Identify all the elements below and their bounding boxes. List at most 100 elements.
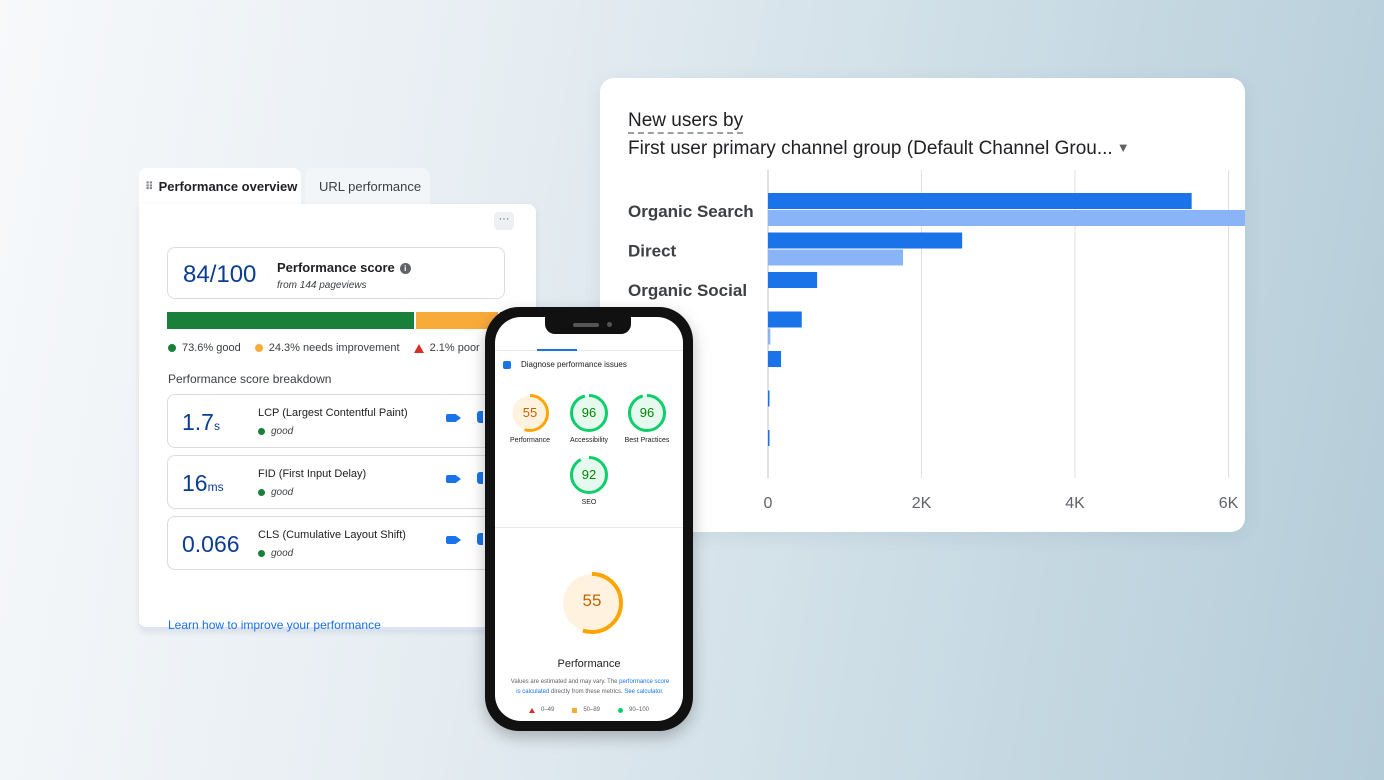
performance-score-subtitle: from 144 pageviews (277, 280, 367, 291)
bar (768, 390, 770, 407)
needs-improvement-dot-icon (254, 344, 263, 352)
performance-score-value: 84/100 (183, 261, 257, 288)
metric-value: 1.7s (182, 409, 220, 436)
breakdown-title: Performance score breakdown (168, 372, 332, 386)
x-tick-label: 4K (1065, 495, 1085, 512)
metric-status-label: good (271, 426, 294, 437)
score-note: Values are estimated and may vary. The p… (509, 677, 671, 697)
diagnose-icon (503, 360, 511, 369)
performance-score-box: 84/100 Performance score i from 144 pagev… (167, 247, 505, 299)
divider (495, 527, 683, 528)
metric-value: 0.066 (182, 531, 240, 558)
diagnose-header: Diagnose performance issues (503, 360, 627, 369)
thumbs-up-icon[interactable] (477, 472, 483, 484)
gauge-performance[interactable]: 55 Performance (510, 393, 550, 444)
drag-handle-icon[interactable]: ⠿ (145, 180, 154, 193)
metric-status-label: good (271, 548, 294, 559)
warning-triangle-icon (413, 343, 424, 353)
bar (768, 232, 963, 249)
bar-chart: 0 2K 4K 6K Organic Search Direct Organic Socia… (628, 170, 1245, 512)
bar (768, 430, 770, 446)
category-label: Organic Social (628, 281, 747, 300)
gauge-accessibility[interactable]: 96 Accessibility (569, 393, 609, 444)
tab-url-performance[interactable]: URL performance (305, 168, 430, 205)
gauge-value: 92 (581, 467, 597, 482)
performance-score-title: Performance score i (277, 260, 411, 275)
distribution-good-segment (167, 312, 415, 329)
triangle-icon (528, 707, 535, 713)
see-calculator-link[interactable]: See calculator. (624, 689, 663, 695)
metric-unit: s (213, 419, 220, 433)
note-text: Values are estimated and may vary. The (510, 679, 620, 685)
score-distribution-bar (167, 312, 507, 329)
legend-fail: 0–49 (528, 707, 555, 713)
legend-pass-label: 90–100 (629, 707, 650, 713)
metric-name: LCP (Largest Contentful Paint) (258, 407, 408, 419)
metric-unit: ms (207, 480, 224, 494)
big-gauge-value: 55 (582, 591, 602, 610)
bar (768, 351, 782, 367)
metric-status: good (258, 548, 293, 559)
phone-mockup: Diagnose performance issues 55 Performan… (485, 307, 693, 731)
legend-needs-improvement-label: 24.3% needs improvement (268, 342, 400, 354)
bar (768, 249, 904, 266)
big-gauge-label: Performance (557, 658, 621, 670)
category-label: Organic Search (628, 202, 754, 221)
learn-more-link[interactable]: Learn how to improve your performance (168, 618, 381, 632)
gauge-label: Best Practices (624, 437, 670, 444)
more-options-button[interactable]: ··· (494, 212, 514, 230)
tab-url-performance-label: URL performance (319, 178, 422, 194)
gauge-seo[interactable]: 92 SEO (569, 455, 609, 506)
circle-icon (618, 707, 623, 713)
category-label: Direct (628, 242, 677, 261)
legend-average: 50–89 (572, 707, 600, 713)
distribution-legend: 73.6% good 24.3% needs improvement 2.1% … (168, 342, 494, 354)
tab-performance-overview-label: Performance overview (158, 179, 298, 194)
info-icon[interactable]: i (399, 263, 411, 274)
performance-score-title-text: Performance score (277, 260, 395, 275)
metric-row-lcp[interactable]: 1.7s LCP (Largest Contentful Paint) good (167, 394, 505, 448)
legend-good: 73.6% good (168, 342, 241, 354)
new-users-chart-card: New users by First user primary channel … (600, 78, 1245, 532)
good-dot-icon (258, 489, 265, 496)
gauge-best-practices[interactable]: 96 Best Practices (625, 393, 669, 444)
good-dot-icon (258, 550, 265, 557)
metric-status: good (258, 426, 293, 437)
metric-row-cls[interactable]: 0.066 CLS (Cumulative Layout Shift) good (167, 516, 505, 570)
distribution-needs-improvement-segment (416, 312, 498, 329)
metric-number: 16 (182, 470, 208, 496)
metric-number: 0.066 (182, 531, 240, 557)
legend-average-label: 50–89 (583, 707, 600, 713)
legend-fail-label: 0–49 (540, 707, 555, 713)
x-tick-label: 6K (1219, 495, 1239, 512)
thumbs-up-icon[interactable] (477, 411, 483, 423)
metric-name: CLS (Cumulative Layout Shift) (258, 529, 406, 541)
gauge-label: SEO (581, 499, 597, 506)
x-tick-label: 0 (764, 495, 773, 512)
thumbs-up-icon[interactable] (477, 533, 483, 545)
x-tick-label: 2K (912, 495, 932, 512)
phone-notch (545, 317, 631, 334)
video-icon[interactable] (446, 475, 461, 483)
bar (768, 210, 1245, 226)
metric-row-fid[interactable]: 16ms FID (First Input Delay) good (167, 455, 505, 509)
device-tabs (495, 334, 683, 351)
metric-status-label: good (271, 487, 294, 498)
performance-panel: ⠿ Performance overview URL performance ·… (139, 168, 537, 632)
score-legend: 0–49 50–89 90–100 (495, 707, 683, 713)
metric-value: 16ms (182, 470, 224, 497)
legend-pass: 90–100 (618, 707, 649, 713)
bar (768, 272, 818, 288)
bar (768, 311, 802, 328)
metric-number: 1.7 (182, 409, 214, 435)
video-icon[interactable] (446, 536, 461, 544)
legend-needs-improvement: 24.3% needs improvement (254, 342, 400, 354)
tab-performance-overview[interactable]: ⠿ Performance overview (139, 168, 301, 205)
square-icon (572, 707, 578, 713)
metric-status: good (258, 487, 293, 498)
legend-poor-label: 2.1% poor (429, 342, 480, 354)
tab-mobile-indicator[interactable] (537, 349, 577, 351)
metric-name: FID (First Input Delay) (258, 468, 367, 480)
note-text: directly from these metrics. (549, 689, 625, 695)
video-icon[interactable] (446, 414, 461, 422)
